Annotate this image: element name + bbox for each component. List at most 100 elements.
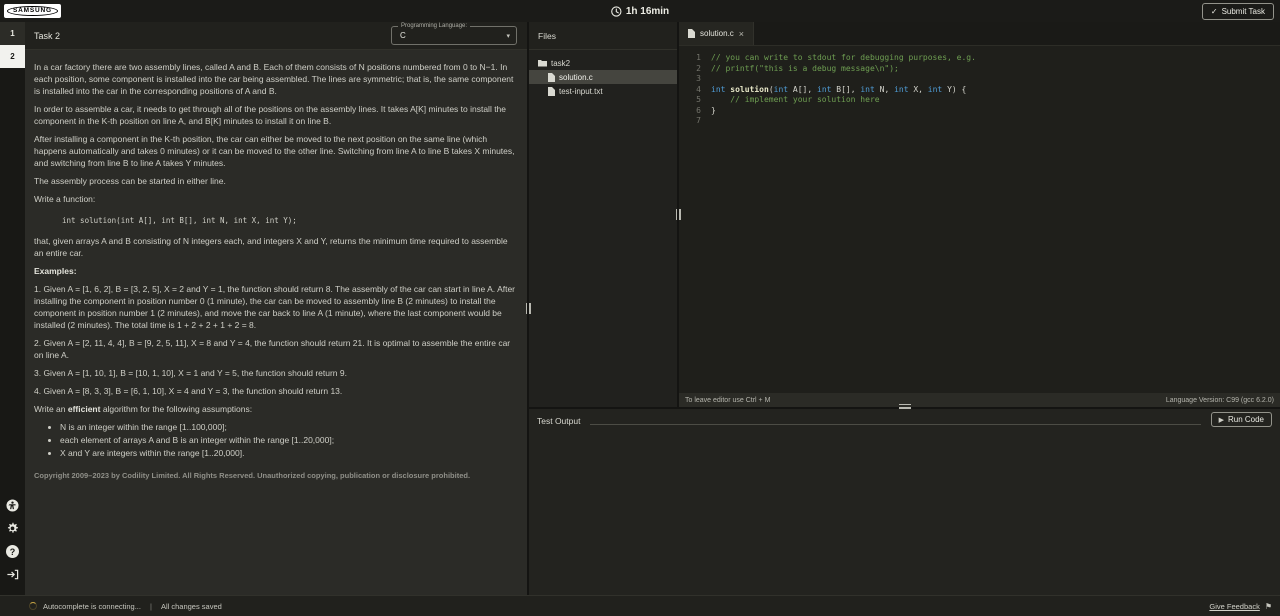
time-remaining: 1h 16min: [611, 6, 669, 17]
submit-task-button[interactable]: ✓ Submit Task: [1202, 3, 1274, 20]
task-paragraph: 2. Given A = [2, 11, 4, 4], B = [9, 2, 5…: [34, 337, 518, 361]
language-select-label: Programming Language:: [398, 23, 470, 29]
horizontal-resize-handle[interactable]: [899, 402, 911, 410]
task-paragraph: In a car factory there are two assembly …: [34, 61, 518, 97]
task-tab-2[interactable]: 2: [0, 45, 25, 68]
task-paragraph: N is an integer within the range [1..100…: [34, 421, 518, 460]
task-description: In a car factory there are two assembly …: [25, 50, 527, 595]
task-rail: 1 2 ?: [0, 22, 25, 595]
code-line: 5 // implement your solution here: [679, 95, 1280, 106]
test-output-panel: Test Output ▶ Run Code: [529, 409, 1280, 595]
play-icon: ▶: [1219, 416, 1224, 424]
folder-row-task2[interactable]: task2: [529, 56, 677, 70]
help-icon[interactable]: ?: [6, 545, 19, 558]
task-paragraph: Write a function:: [34, 193, 518, 205]
autocomplete-status: Autocomplete is connecting...: [43, 602, 141, 611]
task-panel: Task 2 Programming Language: C ▾ In a ca…: [25, 22, 527, 595]
code-text: // you can write to stdout for debugging…: [711, 53, 976, 64]
task-paragraph: 4. Given A = [8, 3, 3], B = [6, 1, 10], …: [34, 385, 518, 397]
editor-footer: To leave editor use Ctrl + M Language Ve…: [679, 393, 1280, 407]
editor-hint: To leave editor use Ctrl + M: [685, 397, 770, 404]
editor-tab-strip: solution.c ×: [679, 22, 1280, 46]
file-tree: task2 solution.c test-input.txt: [529, 50, 677, 98]
run-code-button[interactable]: ▶ Run Code: [1211, 412, 1272, 427]
task-paragraph: that, given arrays A and B consisting of…: [34, 235, 518, 259]
task-paragraph: In order to assemble a car, it needs to …: [34, 103, 518, 127]
line-number: 1: [679, 53, 701, 64]
code-area[interactable]: 1 // you can write to stdout for debuggin…: [679, 46, 1280, 393]
file-icon: [688, 29, 695, 38]
run-code-label: Run Code: [1228, 415, 1264, 424]
codility-task-app: SAMSUNG 1h 16min ✓ Submit Task 1 2 ?: [0, 0, 1280, 616]
file-row-solution-c[interactable]: solution.c: [529, 70, 677, 84]
code-line: 6}: [679, 106, 1280, 117]
close-icon[interactable]: ×: [739, 29, 744, 39]
settings-icon[interactable]: [6, 522, 19, 535]
task-paragraph: The assembly process can be started in e…: [34, 175, 518, 187]
line-number: 5: [679, 95, 701, 106]
task-header: Task 2 Programming Language: C ▾: [25, 22, 527, 50]
task-paragraph: 1. Given A = [1, 6, 2], B = [3, 2, 5], X…: [34, 283, 518, 331]
accessibility-icon[interactable]: [6, 499, 19, 512]
assumption-item: each element of arrays A and B is an int…: [60, 434, 518, 447]
samsung-logo-text: SAMSUNG: [7, 6, 58, 16]
top-bar: SAMSUNG 1h 16min ✓ Submit Task: [0, 0, 1280, 22]
task-paragraph: After installing a component in the K-th…: [34, 133, 518, 169]
task-paragraph: 3. Given A = [1, 10, 1], B = [10, 1, 10]…: [34, 367, 518, 379]
give-feedback-link[interactable]: Give Feedback: [1209, 602, 1259, 611]
editor-tab-label: solution.c: [700, 29, 734, 38]
code-text: // printf("this is a debug message\n");: [711, 64, 899, 75]
task-tab-1[interactable]: 1: [0, 22, 25, 45]
files-panel-title: Files: [529, 22, 677, 50]
flag-icon: ⚑: [1265, 602, 1272, 611]
files-panel: Files task2 solution.c test-input.txt: [529, 22, 677, 407]
editor-tab-solution-c[interactable]: solution.c ×: [679, 22, 754, 45]
code-text: int solution(int A[], int B[], int N, in…: [711, 85, 966, 96]
time-remaining-label: 1h 16min: [626, 6, 669, 17]
status-divider: |: [150, 602, 152, 611]
language-select-value: C: [400, 31, 406, 40]
test-output-rule: [590, 412, 1200, 425]
code-line: 2 // printf("this is a debug message\n");: [679, 64, 1280, 75]
samsung-logo: SAMSUNG: [4, 4, 61, 18]
check-icon: ✓: [1211, 7, 1218, 16]
assumption-item: X and Y are integers within the range [1…: [60, 447, 518, 460]
language-select[interactable]: Programming Language: C ▾: [391, 26, 517, 45]
folder-label: task2: [551, 59, 570, 68]
assumption-item: N is an integer within the range [1..100…: [60, 421, 518, 434]
task-paragraph: Write an efficient algorithm for the fol…: [34, 403, 518, 415]
task-title: Task 2: [34, 31, 60, 41]
status-bar: Autocomplete is connecting... | All chan…: [0, 595, 1280, 616]
submit-task-label: Submit Task: [1222, 7, 1265, 16]
file-label: solution.c: [559, 73, 593, 82]
code-line: 3: [679, 74, 1280, 85]
logout-icon[interactable]: [6, 568, 19, 581]
output-divider: [529, 407, 1280, 409]
copyright-notice: Copyright 2009–2023 by Codility Limited.…: [34, 470, 518, 482]
file-icon: [548, 73, 555, 82]
file-icon: [548, 87, 555, 96]
rail-icon-group: ?: [0, 499, 25, 581]
code-text: // implement your solution here: [711, 95, 880, 106]
code-line: 1 // you can write to stdout for debuggin…: [679, 53, 1280, 64]
line-number: 2: [679, 64, 701, 75]
code-text: }: [711, 106, 716, 117]
status-right-group: Give Feedback ⚑: [1209, 602, 1272, 611]
vertical-resize-handle[interactable]: [674, 209, 682, 220]
test-output-header: Test Output ▶ Run Code: [529, 409, 1280, 427]
chevron-down-icon: ▾: [506, 32, 510, 40]
file-row-test-input-txt[interactable]: test-input.txt: [529, 84, 677, 98]
clock-icon: [611, 6, 622, 17]
line-number: 7: [679, 116, 701, 127]
panel-divider-right: [677, 22, 679, 407]
line-number: 6: [679, 106, 701, 117]
panel-divider-left: [527, 22, 529, 595]
task-paragraph: Examples:: [34, 265, 518, 277]
code-editor-panel: solution.c × 1 // you can write to stdout…: [679, 22, 1280, 407]
save-status: All changes saved: [161, 602, 222, 611]
folder-icon: [538, 59, 547, 67]
code-line: 7: [679, 116, 1280, 127]
vertical-resize-handle[interactable]: [524, 303, 532, 314]
code-line: 4 int solution(int A[], int B[], int N, i…: [679, 85, 1280, 96]
line-number: 4: [679, 85, 701, 96]
